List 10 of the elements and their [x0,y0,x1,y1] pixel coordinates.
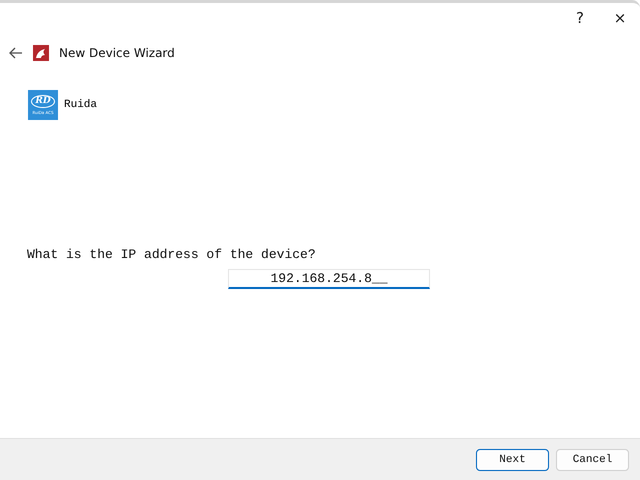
cancel-button[interactable]: Cancel [556,448,629,470]
ip-address-field[interactable]: 192.168.254.8__ [228,269,430,289]
window-title: New Device Wizard [59,46,175,60]
help-button[interactable]: ? [560,3,600,33]
device-name: Ruida [64,99,98,111]
app-icon [33,45,49,61]
close-button[interactable]: × [600,3,640,33]
question-text: What is the IP address of the device? [27,247,317,262]
back-button[interactable] [7,45,25,61]
next-button[interactable]: Next [476,448,549,470]
